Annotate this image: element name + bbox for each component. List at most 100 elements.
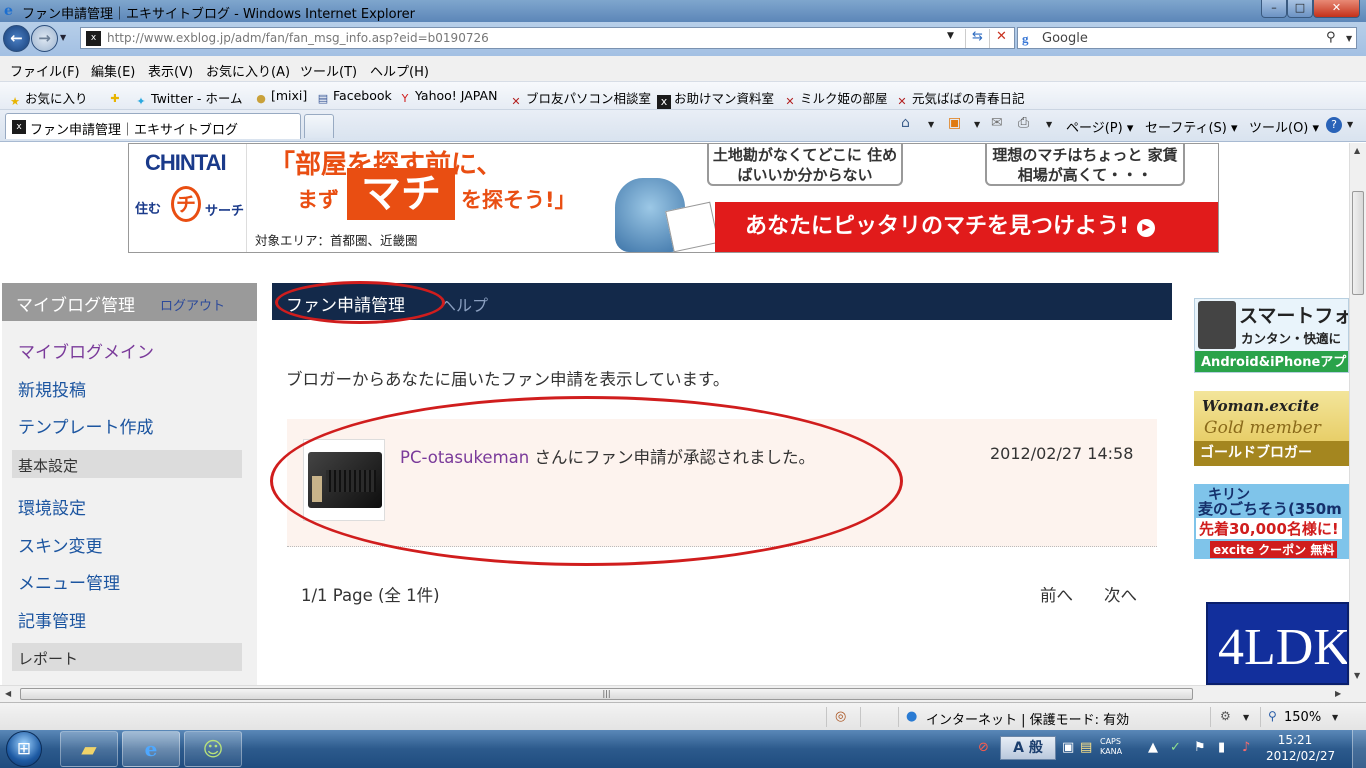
banner-cta[interactable]: あなたにピッタリのマチを見つけよう! ▶ — [715, 202, 1218, 252]
exblog-icon: x — [657, 95, 671, 109]
banner-headline-prefix: まず — [297, 188, 339, 212]
horizontal-scroll-thumb[interactable]: ||| — [20, 688, 1193, 700]
ime-pad-icon[interactable]: ▤ — [1080, 740, 1092, 755]
vertical-scrollbar[interactable]: ▲ ▼ — [1349, 143, 1366, 685]
gear-dropdown-icon[interactable]: ▼ — [1243, 713, 1249, 722]
close-window-button[interactable]: ✕ — [1313, 0, 1360, 18]
scroll-left-icon[interactable]: ◀ — [5, 689, 11, 698]
sidebar-item-my-blog-main[interactable]: マイブログメイン — [18, 338, 154, 363]
tab-fan-management[interactable]: x ファン申請管理｜エキサイトブログ — [5, 113, 301, 139]
volume-muted-icon[interactable]: ♪ — [1242, 740, 1250, 755]
sidebar-item-environment[interactable]: 環境設定 — [18, 494, 86, 519]
search-dropdown-icon[interactable]: ▼ — [1346, 34, 1352, 43]
sidebar-item-skin[interactable]: スキン変更 — [18, 532, 103, 557]
sidebar-item-new-post[interactable]: 新規投稿 — [18, 376, 86, 401]
fav-burotomo[interactable]: ✕ ブロ友パソコン相談室 — [509, 88, 651, 109]
zoom-dropdown-icon[interactable]: ▼ — [1332, 713, 1338, 722]
annotation-circle-title — [275, 281, 445, 324]
new-tab-button[interactable] — [304, 114, 334, 138]
stop-icon[interactable]: ✕ — [989, 29, 1013, 48]
kirin-coupon-ad[interactable]: キリン 麦のごちそう(350m 先着30,000名様に! excite クーポン… — [1194, 484, 1349, 559]
search-placeholder[interactable]: Google — [1042, 31, 1088, 46]
chintai-banner-ad[interactable]: CHINTAI 住む チ サーチ 「部屋を探す前に、 まず マチ を探そう!」 … — [128, 143, 1219, 253]
clock-date[interactable]: 2012/02/27 — [1266, 749, 1335, 763]
refresh-icon[interactable]: ⇆ — [965, 29, 989, 48]
address-field[interactable]: x http://www.exblog.jp/adm/fan/fan_msg_i… — [80, 27, 1015, 49]
gear-icon[interactable]: ⚙ — [1220, 709, 1231, 723]
next-page-link[interactable]: 次へ — [1104, 582, 1137, 606]
forward-button[interactable]: → — [31, 25, 58, 52]
fav-mixi[interactable]: ● [mixi] — [254, 88, 307, 106]
menu-tools[interactable]: ツール(T) — [300, 61, 357, 80]
scroll-right-icon[interactable]: ▶ — [1335, 689, 1341, 698]
woman-ad-foot: ゴールドブロガー — [1194, 441, 1349, 466]
magnifier-icon[interactable]: ⚲ — [1326, 30, 1336, 45]
sidebar-item-menu[interactable]: メニュー管理 — [18, 569, 120, 594]
page-menu[interactable]: ページ(P) ▾ — [1066, 117, 1133, 136]
sidebar-item-articles[interactable]: 記事管理 — [18, 607, 86, 632]
back-button[interactable]: ← — [3, 25, 30, 52]
mail-icon[interactable]: ✉ — [991, 115, 1003, 131]
help-dropdown-icon[interactable]: ▼ — [1347, 120, 1353, 129]
address-dropdown-icon[interactable]: ▼ — [947, 31, 954, 41]
printer-icon[interactable]: ⎙ — [1018, 115, 1029, 131]
zoom-level[interactable]: 150% — [1284, 710, 1321, 725]
history-dropdown-icon[interactable]: ▼ — [60, 33, 66, 42]
print-dropdown-icon[interactable]: ▼ — [1046, 120, 1052, 129]
taskbar-people-app[interactable]: ☺ — [184, 731, 242, 767]
ime-tools-icon[interactable]: ▣ — [1062, 740, 1074, 755]
rss-dropdown-icon[interactable]: ▼ — [974, 120, 980, 129]
taskbar-explorer[interactable]: ▰ — [60, 731, 118, 767]
antivirus-icon[interactable]: ⊘ — [978, 740, 989, 755]
security-zone[interactable]: インターネット | 保護モード: 有効 — [926, 709, 1129, 728]
4ldk-ad[interactable]: 4LDK — [1206, 602, 1349, 685]
fav-genki[interactable]: ✕ 元気ばばの青春日記 — [895, 88, 1024, 109]
scroll-down-icon[interactable]: ▼ — [1354, 671, 1360, 680]
ime-indicator[interactable]: A 般 — [1000, 736, 1056, 760]
tools-menu[interactable]: ツール(O) ▾ — [1249, 117, 1319, 136]
clock-time[interactable]: 15:21 — [1270, 733, 1320, 747]
menu-help[interactable]: ヘルプ(H) — [370, 61, 429, 80]
menu-edit[interactable]: 編集(E) — [91, 61, 135, 80]
horizontal-scrollbar[interactable]: ◀ ||| ▶ — [0, 685, 1349, 702]
device-icon[interactable]: ✓ — [1170, 740, 1181, 755]
status-bar: ◎ ● インターネット | 保護モード: 有効 ⚙ ▼ ⚲ 150% ▼ — [0, 702, 1366, 730]
smartphone-ad[interactable]: スマートフォ カンタン・快適に Android&iPhoneアプ — [1194, 298, 1349, 373]
window-titlebar: e ファン申請管理｜エキサイトブログ - Windows Internet Ex… — [0, 0, 1366, 22]
minimize-button[interactable]: – — [1261, 0, 1287, 18]
woman-excite-ad[interactable]: Woman.excite Gold member ゴールドブロガー — [1194, 391, 1349, 466]
safety-menu[interactable]: セーフティ(S) ▾ — [1145, 117, 1238, 136]
add-favorite-icon[interactable]: ✚ — [108, 88, 125, 106]
search-box[interactable]: g Google ⚲ ▼ — [1017, 27, 1357, 49]
prev-page-link[interactable]: 前へ — [1040, 582, 1073, 606]
menu-view[interactable]: 表示(V) — [148, 61, 193, 80]
fav-otasuke[interactable]: x お助けマン資料室 — [657, 88, 774, 109]
flag-icon[interactable]: ⚑ — [1194, 740, 1206, 755]
address-url[interactable]: http://www.exblog.jp/adm/fan/fan_msg_inf… — [107, 31, 489, 45]
menu-file[interactable]: ファイル(F) — [10, 61, 80, 80]
fav-twitter[interactable]: ✦ Twitter - ホーム — [134, 88, 242, 109]
scroll-up-icon[interactable]: ▲ — [1354, 146, 1360, 155]
sidebar-item-template[interactable]: テンプレート作成 — [18, 413, 154, 438]
vertical-scroll-thumb[interactable] — [1352, 191, 1364, 295]
help-link[interactable]: ヘルプ — [440, 292, 488, 316]
rss-icon[interactable]: ▣ — [948, 115, 961, 131]
logout-link[interactable]: ログアウト — [160, 295, 225, 314]
privacy-report-icon[interactable]: ◎ — [835, 709, 846, 724]
maximize-button[interactable]: □ — [1287, 0, 1313, 18]
ie-logo-icon: e — [4, 3, 13, 19]
favorites-button[interactable]: ★ お気に入り — [8, 88, 87, 109]
home-icon[interactable]: ⌂ — [901, 115, 910, 131]
tray-expand-icon[interactable]: ▲ — [1148, 740, 1158, 755]
fav-yahoo[interactable]: Y Yahoo! JAPAN — [398, 88, 498, 106]
show-desktop-button[interactable] — [1352, 730, 1366, 768]
taskbar-internet-explorer[interactable]: e — [122, 731, 180, 767]
home-dropdown-icon[interactable]: ▼ — [928, 120, 934, 129]
start-button[interactable]: ⊞ — [6, 731, 42, 767]
help-icon[interactable]: ? — [1326, 117, 1342, 133]
network-icon[interactable]: ▮ — [1218, 740, 1225, 755]
fav-facebook[interactable]: ▤ Facebook — [316, 88, 392, 106]
menu-favorites[interactable]: お気に入り(A) — [206, 61, 290, 80]
fav-milk[interactable]: ✕ ミルク姫の部屋 — [783, 88, 887, 109]
zoom-icon[interactable]: ⚲ — [1268, 709, 1277, 723]
